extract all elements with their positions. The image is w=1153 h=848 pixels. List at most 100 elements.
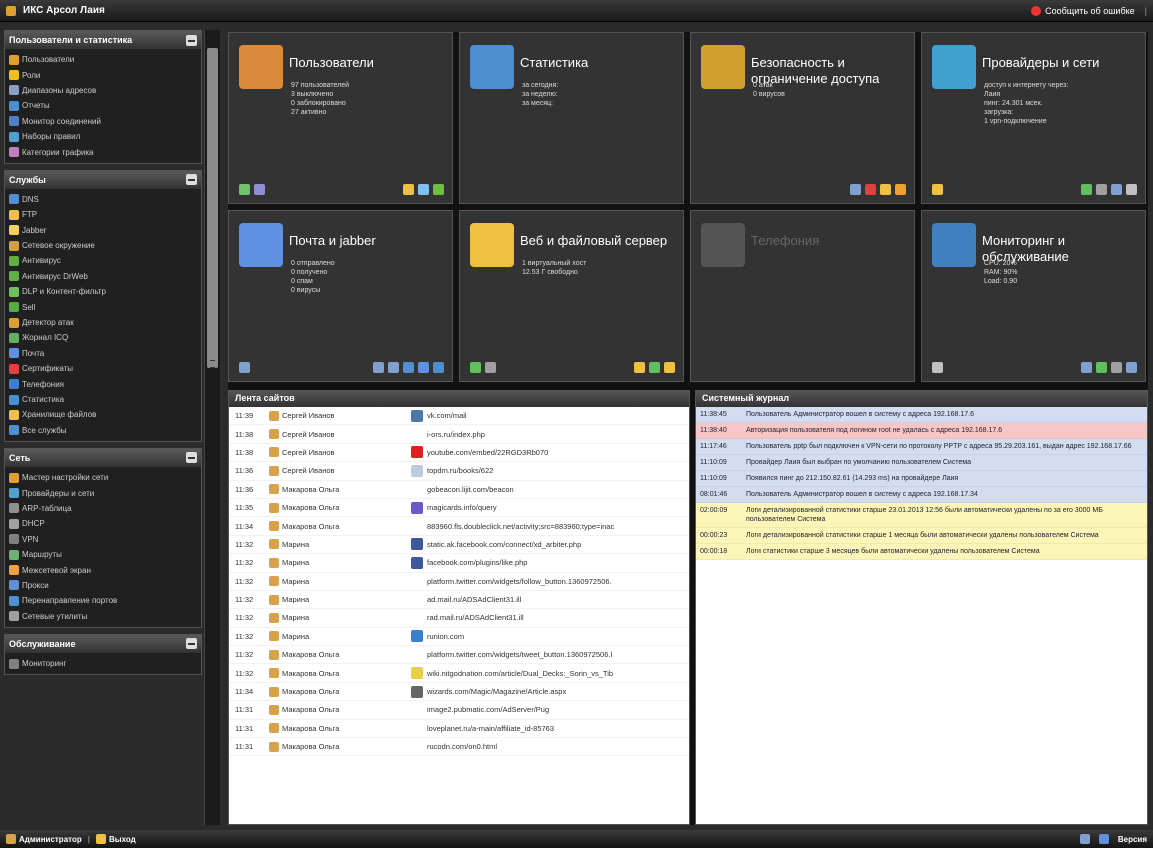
tile-action-icon[interactable] [418,184,429,195]
tile-action-icon[interactable] [403,362,414,373]
feed-url[interactable]: platform.twitter.com/widgets/tweet_butto… [427,650,689,659]
sidebar-item[interactable]: Мониторинг [9,656,197,671]
feed-user[interactable]: Макарова Ольга [269,741,399,752]
feed-row[interactable]: 11:36 Сергей Иванов topdm.ru/books/622 [229,462,689,481]
sidebar-item[interactable]: Сертификаты [9,361,197,376]
sidebar-item[interactable]: Статистика [9,392,197,407]
tile-action-icon[interactable] [1126,184,1137,195]
sidebar-section-header[interactable]: Обслуживание [5,634,201,653]
report-error-button[interactable]: Сообщить об ошибке | [1031,5,1147,16]
feed-user[interactable]: Марина [269,557,399,568]
sidebar-item[interactable]: Sell [9,299,197,314]
tile-action-icon[interactable] [1081,362,1092,373]
feed-user[interactable]: Марина [269,539,399,550]
collapse-icon[interactable] [186,638,197,650]
current-user-link[interactable]: Администратор [19,835,82,844]
dashboard-tile[interactable]: Статистика за сегодня: за неделю: за месяц: [459,32,684,204]
sidebar-section-header[interactable]: Сеть [5,448,201,467]
sidebar-item[interactable]: Сетевые утилиты [9,609,197,624]
feed-user[interactable]: Макарова Ольга [269,686,399,697]
sidebar-item[interactable]: Телефония [9,376,197,391]
feed-row[interactable]: 11:39 Сергей Иванов vk.com/mail [229,407,689,426]
feed-row[interactable]: 11:34 Макарова Ольга 883960.fls.doubleclic… [229,517,689,536]
sidebar-scrollbar[interactable] [204,30,220,825]
sidebar-item[interactable]: DHCP [9,516,197,531]
version-label[interactable]: Версия [1118,835,1147,844]
tile-action-icon[interactable] [932,184,943,195]
feed-url[interactable]: rad.mail.ru/ADSAdClient31.ill [427,613,689,622]
sidebar-item[interactable]: DNS [9,192,197,207]
sidebar-item[interactable]: Антивирус DrWeb [9,269,197,284]
feed-url[interactable]: topdm.ru/books/622 [427,466,689,475]
sidebar-item[interactable]: Пользователи [9,52,197,67]
sidebar-item[interactable]: Антивирус [9,253,197,268]
feed-url[interactable]: image2.pubmatic.com/AdServer/Pug [427,705,689,714]
flag-icon[interactable] [1079,834,1090,844]
tile-title[interactable]: Телефония [751,233,911,249]
sidebar-item[interactable]: Провайдеры и сети [9,485,197,500]
feed-url[interactable]: wiki.nitgodnation.com/article/Dual_Decks… [427,669,689,678]
tile-action-icon[interactable] [649,362,660,373]
tile-action-icon[interactable] [1081,184,1092,195]
tile-action-icon[interactable] [239,184,250,195]
sidebar-item[interactable]: Сетевое окружение [9,238,197,253]
feed-row[interactable]: 11:38 Сергей Иванов youtube.com/embed/22RG… [229,444,689,463]
feed-row[interactable]: 11:32 Марина platform.twitter.com/widgets/… [229,573,689,591]
feed-row[interactable]: 11:31 Макарова Ольга image2.pubmatic.com/A… [229,701,689,720]
sidebar-section-header[interactable]: Службы [5,170,201,189]
feed-user[interactable]: Макарова Ольга [269,704,399,715]
feed-url[interactable]: static.ak.facebook.com/connect/xd_arbite… [427,540,689,549]
dashboard-tile[interactable]: Веб и файловый сервер 1 виртуальный хост 1… [459,210,684,382]
sidebar-item[interactable]: Перенаправление портов [9,593,197,608]
feed-user[interactable]: Сергей Иванов [269,465,399,476]
feed-row[interactable]: 11:32 Марина runion.com [229,628,689,647]
feed-user[interactable]: Макарова Ольга [269,484,399,495]
feed-url[interactable]: magicards.info/query [427,503,689,512]
logout-link[interactable]: Выход [109,835,136,844]
feed-url[interactable]: wizards.com/Magic/Magazine/Article.aspx [427,687,689,696]
feed-url[interactable]: youtube.com/embed/22RGD3Rb070 [427,448,689,457]
feed-url[interactable]: vk.com/mail [427,411,689,420]
feed-user[interactable]: Марина [269,594,399,605]
sidebar-item[interactable]: Маршруты [9,547,197,562]
dashboard-tile[interactable]: Мониторинг и обслуживание CPU: 20% RAM: 90… [921,210,1146,382]
tile-action-icon[interactable] [1096,362,1107,373]
sidebar-item[interactable]: Jabber [9,223,197,238]
feed-url[interactable]: runion.com [427,632,689,641]
tile-title[interactable]: Пользователи [289,55,449,71]
sidebar-item[interactable]: Категории трафика [9,144,197,159]
feed-url[interactable]: platform.twitter.com/widgets/follow_butt… [427,577,689,586]
sidebar-item[interactable]: FTP [9,207,197,222]
tile-action-icon[interactable] [485,362,496,373]
feed-url[interactable]: rucodn.com/on0.html [427,742,689,751]
tile-action-icon[interactable] [895,184,906,195]
sidebar-section-header[interactable]: Пользователи и статистика [5,31,201,49]
tile-action-icon[interactable] [418,362,429,373]
tile-title[interactable]: Статистика [520,55,680,71]
sidebar-item[interactable]: Почта [9,346,197,361]
feed-url[interactable]: gobeacon.lijit.com/beacon [427,485,689,494]
sidebar-item[interactable]: Наборы правил [9,129,197,144]
feed-row[interactable]: 11:32 Макарова Ольга wiki.nitgodnation.com… [229,664,689,683]
sidebar-item[interactable]: ARP-таблица [9,501,197,516]
tile-action-icon[interactable] [634,362,645,373]
dashboard-tile[interactable]: Почта и jabber 0 отправлено 0 получено 0 сп… [228,210,453,382]
sidebar-item[interactable]: Все службы [9,423,197,438]
scrollbar-thumb[interactable] [207,48,218,368]
collapse-icon[interactable] [186,452,197,464]
feed-row[interactable]: 11:32 Марина facebook.com/plugins/like.php [229,554,689,573]
feed-user[interactable]: Марина [269,631,399,642]
dashboard-tile[interactable]: Телефония [690,210,915,382]
feed-row[interactable]: 11:32 Марина rad.mail.ru/ADSAdClient31.ill [229,609,689,628]
tile-action-icon[interactable] [388,362,399,373]
tile-action-icon[interactable] [1126,362,1137,373]
tile-action-icon[interactable] [254,184,265,195]
feed-url[interactable]: ad.mail.ru/ADSAdClient31.ill [427,595,689,604]
dashboard-tile[interactable]: Провайдеры и сети доступ к интернету чере… [921,32,1146,204]
feed-user[interactable]: Макарова Ольга [269,521,399,532]
sidebar-item[interactable]: Мастер настройки сети [9,470,197,485]
sidebar-item[interactable]: Жорнал ICQ [9,330,197,345]
tile-action-icon[interactable] [932,362,943,373]
sidebar-item[interactable]: Хранилище файлов [9,407,197,422]
tile-action-icon[interactable] [373,362,384,373]
